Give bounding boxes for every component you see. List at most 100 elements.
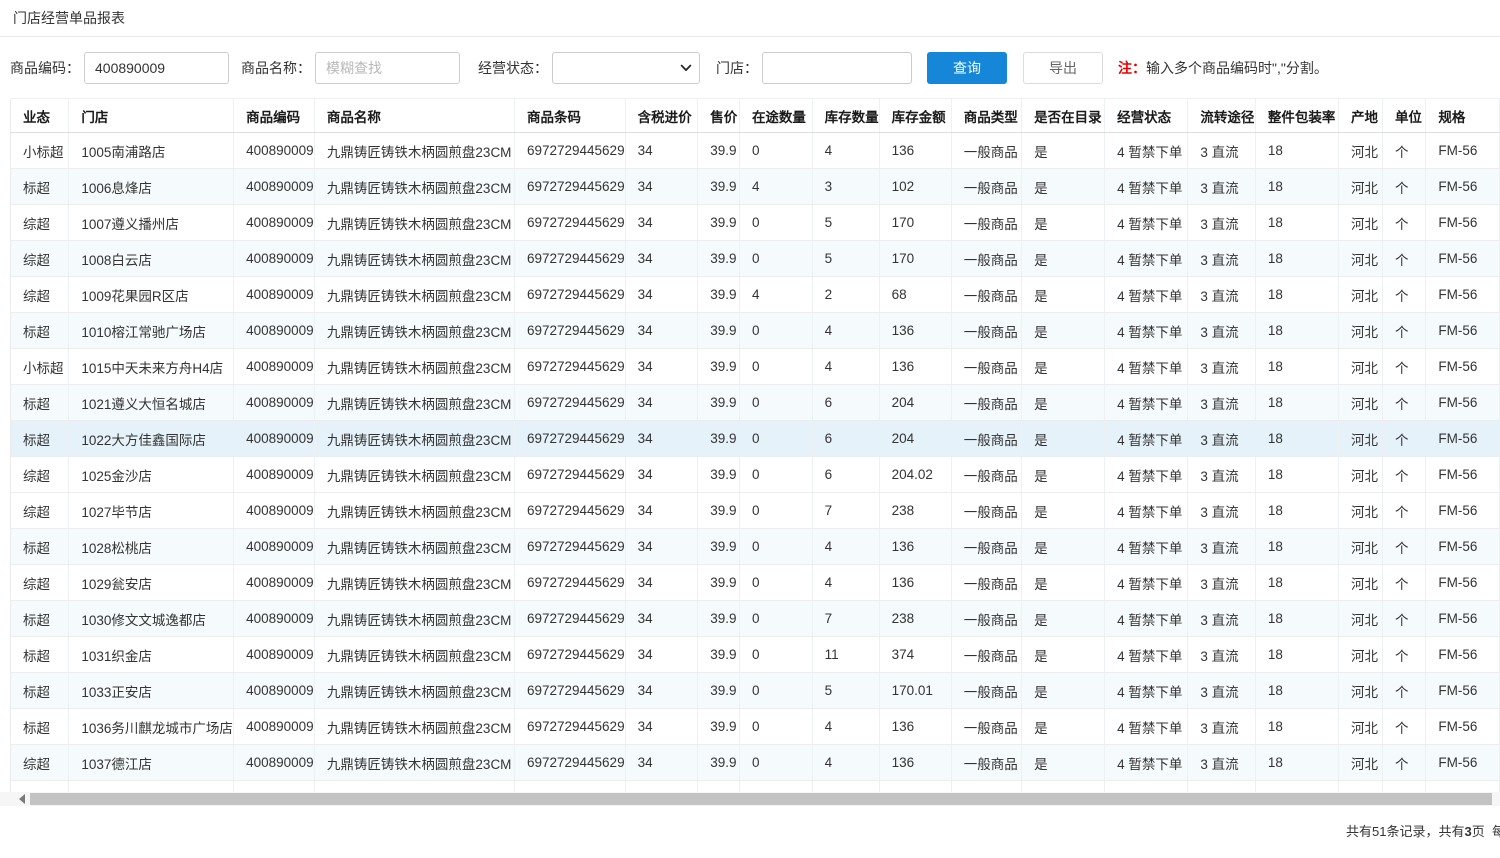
- table-cell: 九鼎铸匠铸铁木柄圆煎盘23CM: [314, 169, 514, 205]
- query-button[interactable]: 查询: [927, 52, 1007, 84]
- table-cell: 一般商品: [951, 565, 1021, 601]
- table-row[interactable]: 标超1033正安店400890009九鼎铸匠铸铁木柄圆煎盘23CM6972729…: [11, 673, 1500, 709]
- table-cell: 0: [739, 709, 812, 745]
- table-cell: 个: [1382, 745, 1425, 781]
- table-cell: 39.9: [698, 385, 740, 421]
- table-cell: 18: [1255, 349, 1338, 385]
- column-header-8: 库存数量: [812, 99, 879, 133]
- product-code-input[interactable]: [84, 52, 229, 84]
- table-cell: 6: [812, 385, 879, 421]
- table-cell: 1030修文文城逸都店: [69, 601, 234, 637]
- table-row[interactable]: 综超1027毕节店400890009九鼎铸匠铸铁木柄圆煎盘23CM6972729…: [11, 493, 1500, 529]
- table-row[interactable]: 标超1010榕江常驰广场店400890009九鼎铸匠铸铁木柄圆煎盘23CM697…: [11, 313, 1500, 349]
- table-cell: 34: [625, 493, 698, 529]
- table-row[interactable]: 标超1021遵义大恒名城店400890009九鼎铸匠铸铁木柄圆煎盘23CM697…: [11, 385, 1500, 421]
- status-select[interactable]: [552, 52, 700, 84]
- table-cell: 34: [625, 313, 698, 349]
- scroll-left-arrow-icon[interactable]: [14, 792, 30, 806]
- table-cell: 400890009: [234, 133, 315, 169]
- table-cell: 5: [812, 241, 879, 277]
- table-cell: 4 暂禁下单: [1105, 385, 1188, 421]
- table-cell: FM-56: [1426, 133, 1500, 169]
- table-cell: 136: [879, 313, 951, 349]
- table-row[interactable]: 标超1031织金店400890009九鼎铸匠铸铁木柄圆煎盘23CM6972729…: [11, 637, 1500, 673]
- table-cell: 1021遵义大恒名城店: [69, 385, 234, 421]
- export-button[interactable]: 导出: [1023, 52, 1103, 84]
- table-cell: 九鼎铸匠铸铁木柄圆煎盘23CM: [314, 385, 514, 421]
- scrollbar-thumb[interactable]: [30, 793, 1492, 805]
- table-row[interactable]: 标超1028松桃店400890009九鼎铸匠铸铁木柄圆煎盘23CM6972729…: [11, 529, 1500, 565]
- table-cell: 3 直流: [1188, 421, 1256, 457]
- table-cell: 河北: [1338, 349, 1382, 385]
- table-cell: 0: [739, 457, 812, 493]
- table-cell: 400890009: [234, 529, 315, 565]
- horizontal-scrollbar[interactable]: [0, 792, 1500, 806]
- table-cell: 3 直流: [1188, 565, 1256, 601]
- table-cell: 0: [739, 241, 812, 277]
- table-cell: 河北: [1338, 565, 1382, 601]
- table-row[interactable]: 小标超1015中天未来方舟H4店400890009九鼎铸匠铸铁木柄圆煎盘23CM…: [11, 349, 1500, 385]
- table-cell: 4: [812, 313, 879, 349]
- table-cell: 3 直流: [1188, 493, 1256, 529]
- table-cell: 3 直流: [1188, 349, 1256, 385]
- table-cell: 1006息烽店: [69, 169, 234, 205]
- table-cell: 400890009: [234, 385, 315, 421]
- table-cell: 68: [879, 277, 951, 313]
- table-cell: 综超: [11, 565, 69, 601]
- table-cell: 个: [1382, 709, 1425, 745]
- table-cell: 河北: [1338, 601, 1382, 637]
- store-label: 门店：: [716, 58, 758, 78]
- table-row[interactable]: 综超1029瓮安店400890009九鼎铸匠铸铁木柄圆煎盘23CM6972729…: [11, 565, 1500, 601]
- table-cell: 1005南浦路店: [69, 133, 234, 169]
- table-cell: 九鼎铸匠铸铁木柄圆煎盘23CM: [314, 241, 514, 277]
- table-row[interactable]: 综超1009花果园R区店400890009九鼎铸匠铸铁木柄圆煎盘23CM6972…: [11, 277, 1500, 313]
- table-cell: FM-56: [1426, 241, 1500, 277]
- table-cell: FM-56: [1426, 493, 1500, 529]
- table-cell: 4 暂禁下单: [1105, 529, 1188, 565]
- table-cell: 18: [1255, 673, 1338, 709]
- table-cell: 是: [1022, 133, 1105, 169]
- table-cell: 一般商品: [951, 745, 1021, 781]
- table-row[interactable]: 综超1008白云店400890009九鼎铸匠铸铁木柄圆煎盘23CM6972729…: [11, 241, 1500, 277]
- table-cell: 九鼎铸匠铸铁木柄圆煎盘23CM: [314, 493, 514, 529]
- table-cell: [1426, 781, 1500, 792]
- table-cell: 河北: [1338, 709, 1382, 745]
- table-cell: 1008白云店: [69, 241, 234, 277]
- store-input[interactable]: [762, 52, 912, 84]
- table-cell: 1009花果园R区店: [69, 277, 234, 313]
- table-cell: 3 直流: [1188, 529, 1256, 565]
- table-cell: 是: [1022, 745, 1105, 781]
- column-header-17: 规格: [1426, 99, 1500, 133]
- column-header-3: 商品名称: [314, 99, 514, 133]
- table-row[interactable]: 标超1036务川麒龙城市广场店400890009九鼎铸匠铸铁木柄圆煎盘23CM6…: [11, 709, 1500, 745]
- table-cell: 一般商品: [951, 205, 1021, 241]
- table-cell: 5: [812, 205, 879, 241]
- table-cell: 6972729445629: [514, 673, 625, 709]
- footer: 共有51条记录，共有3页 每: [0, 816, 1500, 842]
- table-cell: 136: [879, 133, 951, 169]
- table-row[interactable]: 小标超1005南浦路店400890009九鼎铸匠铸铁木柄圆煎盘23CM69727…: [11, 133, 1500, 169]
- table-cell: 1028松桃店: [69, 529, 234, 565]
- table-cell: 3 直流: [1188, 637, 1256, 673]
- table-cell: 个: [1382, 421, 1425, 457]
- table-cell: 3 直流: [1188, 385, 1256, 421]
- table-cell: 0: [739, 421, 812, 457]
- table-cell: 个: [1382, 493, 1425, 529]
- table-cell: 6972729445629: [514, 241, 625, 277]
- table-cell: 6972729445629: [514, 349, 625, 385]
- table-cell: 400890009: [234, 673, 315, 709]
- table-cell: 4 暂禁下单: [1105, 241, 1188, 277]
- table-cell: 九鼎铸匠铸铁木柄圆煎盘23CM: [314, 529, 514, 565]
- table-cell: 综超: [11, 493, 69, 529]
- table-cell: 河北: [1338, 313, 1382, 349]
- table-cell: 九鼎铸匠铸铁木柄圆煎盘23CM: [314, 421, 514, 457]
- table-row[interactable]: 标超1006息烽店400890009九鼎铸匠铸铁木柄圆煎盘23CM6972729…: [11, 169, 1500, 205]
- table-row[interactable]: 标超1030修文文城逸都店400890009九鼎铸匠铸铁木柄圆煎盘23CM697…: [11, 601, 1500, 637]
- table-row[interactable]: 综超1037德江店400890009九鼎铸匠铸铁木柄圆煎盘23CM6972729…: [11, 745, 1500, 781]
- table-row[interactable]: 综超1025金沙店400890009九鼎铸匠铸铁木柄圆煎盘23CM6972729…: [11, 457, 1500, 493]
- table-cell: 九鼎铸匠铸铁木柄圆煎盘23CM: [314, 637, 514, 673]
- product-name-input[interactable]: [315, 52, 460, 84]
- table-row[interactable]: 综超1007遵义播州店400890009九鼎铸匠铸铁木柄圆煎盘23CM69727…: [11, 205, 1500, 241]
- record-summary-trailing: 每: [1492, 824, 1500, 839]
- table-row[interactable]: 标超1022大方佳鑫国际店400890009九鼎铸匠铸铁木柄圆煎盘23CM697…: [11, 421, 1500, 457]
